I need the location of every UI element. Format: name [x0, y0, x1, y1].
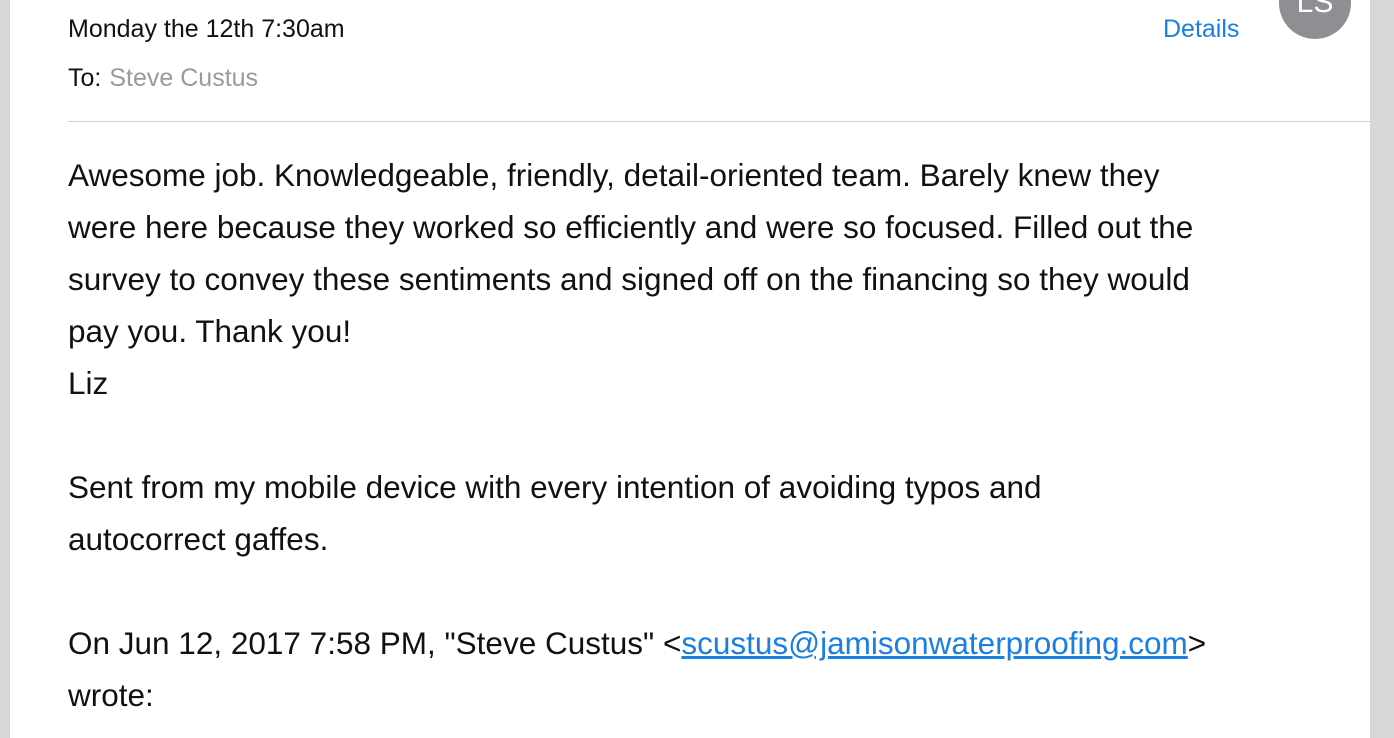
body-line: Awesome job. Knowledgeable, friendly, de…: [68, 157, 1160, 193]
body-line: were here because they worked so efficie…: [68, 209, 1194, 245]
to-label: To:: [68, 64, 102, 92]
recipient-name[interactable]: Steve Custus: [109, 64, 258, 92]
signature-name: Liz: [68, 365, 109, 401]
header-divider: [68, 121, 1370, 122]
details-button[interactable]: Details: [1163, 15, 1239, 44]
quote-suffix: >: [1187, 625, 1207, 661]
mobile-signature-line: autocorrect gaffes.: [68, 521, 329, 557]
email-body: Awesome job. Knowledgeable, friendly, de…: [68, 149, 1358, 721]
email-date: Monday the 12th 7:30am: [68, 15, 345, 43]
email-card: Monday the 12th 7:30am To: Steve Custus D…: [10, 0, 1370, 738]
body-line: survey to convey these sentiments and si…: [68, 261, 1190, 297]
mobile-signature-line: Sent from my mobile device with every in…: [68, 469, 1042, 505]
body-line: pay you. Thank you!: [68, 313, 352, 349]
to-row: To: Steve Custus: [68, 64, 258, 93]
quote-wrote: wrote:: [68, 677, 154, 713]
quote-header: On Jun 12, 2017 7:58 PM, "Steve Custus" …: [68, 617, 1358, 669]
quote-prefix: On Jun 12, 2017 7:58 PM, "Steve Custus" …: [68, 625, 682, 661]
email-link[interactable]: scustus@jamisonwaterproofing.com: [681, 625, 1187, 661]
avatar[interactable]: LS: [1279, 0, 1351, 39]
